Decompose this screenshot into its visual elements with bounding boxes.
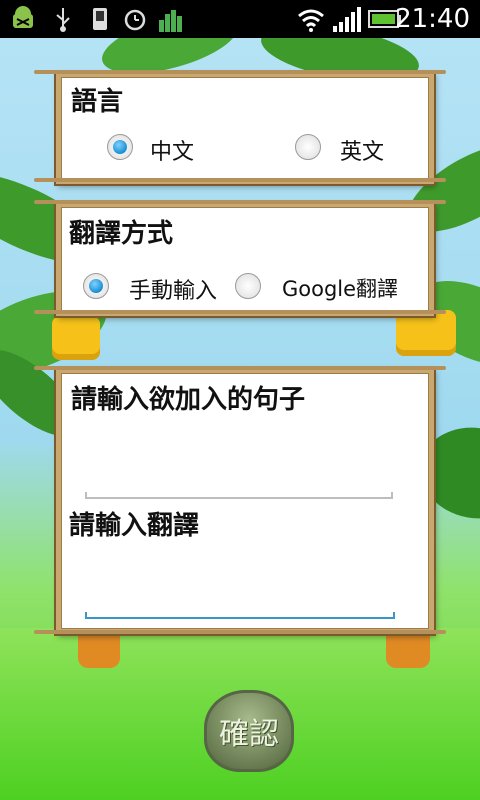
radio-english-label[interactable]: 英文 bbox=[340, 134, 384, 166]
translate-method-panel: 翻譯方式 手動輸入 Google翻譯 bbox=[56, 202, 434, 316]
clock: 21:40 bbox=[395, 4, 470, 34]
alarm-icon bbox=[124, 9, 146, 31]
signal-meter-icon bbox=[159, 10, 182, 32]
frame-stick bbox=[34, 70, 446, 74]
language-panel: 語言 中文 英文 bbox=[56, 72, 434, 184]
radio-chinese-label[interactable]: 中文 bbox=[150, 134, 194, 166]
sentence-input[interactable] bbox=[85, 423, 393, 499]
status-bar: 21:40 bbox=[0, 0, 480, 38]
frame-stick bbox=[34, 366, 446, 370]
cell-signal-icon bbox=[333, 7, 361, 32]
usb-icon bbox=[56, 8, 70, 32]
translation-input-underline bbox=[85, 612, 395, 619]
wifi-icon bbox=[298, 9, 324, 32]
radio-chinese[interactable] bbox=[107, 134, 133, 160]
phone-sd-icon bbox=[93, 8, 107, 30]
frame-stick bbox=[34, 310, 446, 314]
frame-stick bbox=[34, 178, 446, 182]
input-panel: 請輸入欲加入的句子 請輸入翻譯 bbox=[56, 368, 434, 634]
translation-input[interactable] bbox=[85, 549, 395, 619]
radio-manual[interactable] bbox=[83, 273, 109, 299]
radio-google-label[interactable]: Google翻譯 bbox=[282, 273, 398, 303]
translate-method-title: 翻譯方式 bbox=[69, 219, 174, 249]
radio-google[interactable] bbox=[235, 273, 261, 299]
confirm-button[interactable]: 確認 bbox=[204, 690, 294, 772]
sentence-input-underline bbox=[85, 492, 393, 499]
frame-stick bbox=[34, 200, 446, 204]
translation-label: 請輸入翻譯 bbox=[69, 511, 200, 541]
frame-stick bbox=[34, 630, 446, 634]
radio-english[interactable] bbox=[295, 134, 321, 160]
language-title: 語言 bbox=[71, 87, 124, 117]
confirm-button-label: 確認 bbox=[219, 717, 279, 752]
sentence-label: 請輸入欲加入的句子 bbox=[71, 385, 306, 415]
radio-manual-label[interactable]: 手動輸入 bbox=[129, 273, 217, 305]
android-debug-icon bbox=[13, 6, 33, 28]
